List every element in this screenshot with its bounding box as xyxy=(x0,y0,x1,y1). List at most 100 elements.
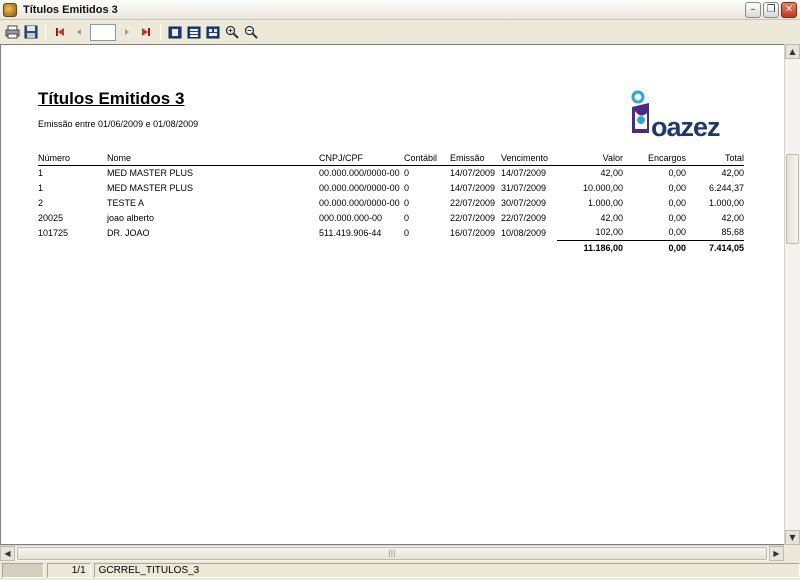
vertical-scroll-thumb[interactable] xyxy=(786,154,799,244)
zoom-in-button[interactable] xyxy=(224,24,240,40)
cell-contabil: 0 xyxy=(404,212,410,223)
cell-valor: 42,00 xyxy=(600,212,623,223)
single-page-view-icon xyxy=(168,26,182,38)
scrollbar-corner xyxy=(784,545,800,561)
cell-total: 42,00 xyxy=(721,167,744,178)
zoom-in-icon xyxy=(225,25,239,39)
multi-page-view-icon xyxy=(187,26,201,38)
cell-encargos: 0,00 xyxy=(668,182,686,193)
app-icon[interactable] xyxy=(3,2,17,17)
cell-total: 1.000,00 xyxy=(708,197,744,208)
cell-vencimento: 31/07/2009 xyxy=(501,182,547,193)
save-button[interactable] xyxy=(23,24,39,40)
table-header-row: Número Nome CNPJ/CPF Contábil Emissão Ve… xyxy=(38,152,744,166)
col-header-nome: Nome xyxy=(107,152,319,166)
total-valor: 11.186,00 xyxy=(557,239,623,256)
scroll-left-button[interactable]: ◀ xyxy=(0,546,15,561)
fit-page-button[interactable] xyxy=(205,24,221,40)
table-row: 2 TESTE A 00.000.000/0000-00 0 22/07/200… xyxy=(38,195,744,210)
scroll-right-button[interactable]: ▶ xyxy=(769,546,784,561)
col-header-numero: Número xyxy=(38,152,107,166)
cell-vencimento: 30/07/2009 xyxy=(501,197,547,208)
cell-contabil: 0 xyxy=(404,182,410,193)
cell-nome: MED MASTER PLUS xyxy=(107,167,194,178)
horizontal-scroll-thumb[interactable]: ||| xyxy=(17,547,767,560)
cell-nome: DR. JOAO xyxy=(107,227,150,238)
scroll-up-button[interactable]: ▲ xyxy=(785,44,800,59)
cell-vencimento: 14/07/2009 xyxy=(501,167,547,178)
scroll-down-button[interactable]: ▼ xyxy=(785,530,800,545)
zoom-out-button[interactable] xyxy=(243,24,259,40)
titles-table: Número Nome CNPJ/CPF Contábil Emissão Ve… xyxy=(38,152,744,256)
cell-valor: 42,00 xyxy=(600,167,623,178)
print-button[interactable] xyxy=(4,24,20,40)
col-header-encargos: Encargos xyxy=(623,152,686,166)
last-page-button[interactable] xyxy=(138,24,154,40)
fit-page-icon xyxy=(206,26,220,38)
cell-nome: MED MASTER PLUS xyxy=(107,182,194,193)
cell-emissao: 22/07/2009 xyxy=(450,197,496,208)
cell-numero: 20025 xyxy=(38,212,64,223)
zoom-out-icon xyxy=(244,25,258,39)
window-controls: – ❐ ✕ xyxy=(745,2,797,18)
cell-numero: 1 xyxy=(38,182,44,193)
report-page[interactable]: Títulos Emitidos 3 Emissão entre 01/06/2… xyxy=(0,44,784,545)
cell-valor: 10.000,00 xyxy=(582,182,623,193)
col-header-vencimento: Vencimento xyxy=(501,152,557,166)
cell-emissao: 16/07/2009 xyxy=(450,227,496,238)
vertical-scrollbar[interactable]: ▲ ▼ xyxy=(784,44,800,545)
status-progress-panel xyxy=(2,563,44,578)
cell-contabil: 0 xyxy=(404,167,410,178)
col-header-valor: Valor xyxy=(557,152,623,166)
last-page-icon xyxy=(142,28,150,36)
table-row: 1 MED MASTER PLUS 00.000.000/0000-00 0 1… xyxy=(38,165,744,180)
report-subtitle: Emissão entre 01/06/2009 e 01/08/2009 xyxy=(38,119,199,129)
multi-page-view-button[interactable] xyxy=(186,24,202,40)
cell-cnpj-cpf: 00.000.000/0000-00 xyxy=(319,197,400,208)
status-bar: 1/1 GCRREL_TITULOS_3 xyxy=(0,561,800,580)
page-number-input[interactable] xyxy=(90,23,116,41)
cell-encargos: 0,00 xyxy=(668,227,686,238)
cell-valor: 1.000,00 xyxy=(587,197,623,208)
status-report-name: GCRREL_TITULOS_3 xyxy=(93,563,800,578)
cell-emissao: 14/07/2009 xyxy=(450,167,496,178)
cell-emissao: 14/07/2009 xyxy=(450,182,496,193)
cell-encargos: 0,00 xyxy=(668,212,686,223)
report-preview-window: Títulos Emitidos 3 – ❐ ✕ Títulos Emitido… xyxy=(0,0,800,580)
next-page-icon xyxy=(125,29,129,35)
cell-contabil: 0 xyxy=(404,197,410,208)
horizontal-scrollbar[interactable]: ◀ ||| ▶ xyxy=(0,545,784,561)
prev-page-icon xyxy=(77,29,81,35)
cell-valor: 102,00 xyxy=(595,227,623,238)
first-page-button[interactable] xyxy=(52,24,68,40)
title-bar[interactable]: Títulos Emitidos 3 – ❐ ✕ xyxy=(0,0,800,20)
cell-nome: joao alberto xyxy=(107,212,155,223)
next-page-button[interactable] xyxy=(119,24,135,40)
logo-text: oazez xyxy=(651,112,721,142)
cell-vencimento: 10/08/2009 xyxy=(501,227,547,238)
cell-total: 85,68 xyxy=(721,227,744,238)
toolbar-separator xyxy=(45,24,46,40)
cell-numero: 1 xyxy=(38,167,44,178)
cell-nome: TESTE A xyxy=(107,197,145,208)
cell-encargos: 0,00 xyxy=(668,167,686,178)
col-header-cnpj-cpf: CNPJ/CPF xyxy=(319,152,404,166)
cell-cnpj-cpf: 00.000.000/0000-00 xyxy=(319,182,400,193)
restore-button[interactable]: ❐ xyxy=(763,2,779,18)
company-logo: oazez xyxy=(627,89,747,147)
cell-emissao: 22/07/2009 xyxy=(450,212,496,223)
single-page-view-button[interactable] xyxy=(167,24,183,40)
cell-encargos: 0,00 xyxy=(668,197,686,208)
table-row: 20025 joao alberto 000.000.000-00 0 22/0… xyxy=(38,210,744,225)
toolbar xyxy=(0,21,800,43)
cell-vencimento: 22/07/2009 xyxy=(501,212,547,223)
table-row: 1 MED MASTER PLUS 00.000.000/0000-00 0 1… xyxy=(38,180,744,195)
status-page-indicator: 1/1 xyxy=(46,563,91,578)
toolbar-separator xyxy=(160,24,161,40)
prev-page-button[interactable] xyxy=(71,24,87,40)
cell-cnpj-cpf: 000.000.000-00 xyxy=(319,212,383,223)
report-title: Títulos Emitidos 3 xyxy=(38,89,185,108)
minimize-button[interactable]: – xyxy=(745,2,761,18)
col-header-total: Total xyxy=(686,152,744,166)
close-button[interactable]: ✕ xyxy=(781,2,797,18)
